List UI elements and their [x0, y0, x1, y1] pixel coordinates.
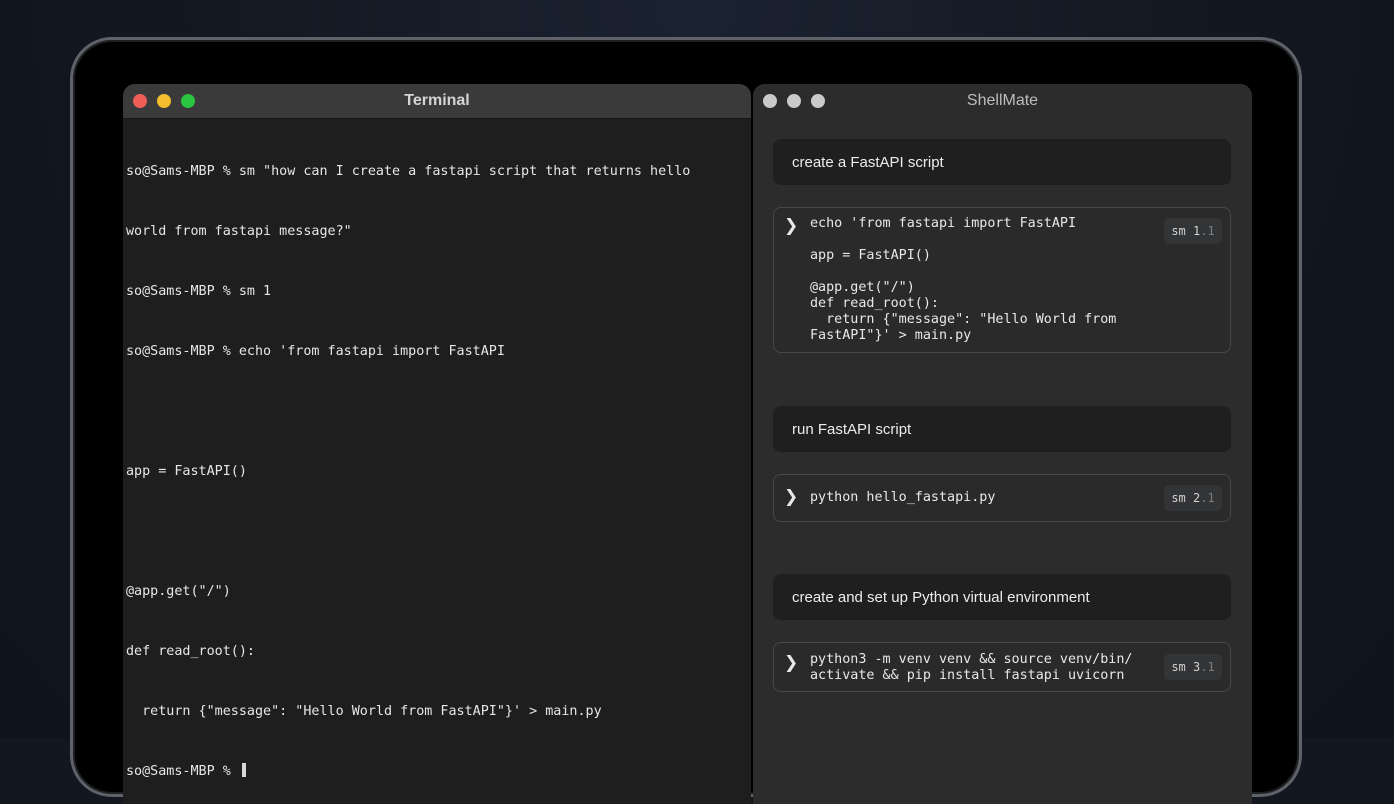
terminal-line: return {"message": "Hello World from Fas… [126, 704, 602, 719]
text-cursor [241, 763, 246, 777]
shortcut-sub: .1 [1200, 660, 1215, 674]
command-block[interactable]: ❯ python hello_fastapi.py sm 2.1 [773, 474, 1231, 522]
shortcut-main: sm 3 [1171, 660, 1201, 674]
terminal-line: @app.get("/") [126, 584, 231, 599]
minimize-window-button[interactable] [787, 94, 801, 108]
minimize-window-button[interactable] [157, 94, 171, 108]
terminal-line: so@Sams-MBP % sm 1 [126, 284, 272, 299]
terminal-output[interactable]: so@Sams-MBP % sm "how can I create a fas… [126, 122, 741, 804]
chevron-right-icon[interactable]: ❯ [784, 216, 798, 236]
shortcut-sub: .1 [1200, 224, 1215, 238]
shortcut-main: sm 2 [1171, 491, 1201, 505]
task-label: create and set up Python virtual environ… [792, 588, 1090, 606]
terminal-line: ​ [126, 402, 741, 422]
shellmate-titlebar[interactable]: ShellMate [753, 84, 1252, 118]
shortcut-sub: .1 [1200, 491, 1215, 505]
task-heading: create and set up Python virtual environ… [773, 574, 1231, 620]
terminal-line: so@Sams-MBP % sm "how can I create a fas… [126, 164, 691, 179]
suggestion-card: create a FastAPI script ❯ echo 'from fas… [773, 139, 1231, 353]
command-block[interactable]: ❯ echo 'from fastapi import FastAPI app … [773, 207, 1231, 353]
zoom-window-button[interactable] [181, 94, 195, 108]
task-label: create a FastAPI script [792, 153, 944, 171]
terminal-prompt: so@Sams-MBP % [126, 764, 239, 779]
command-block[interactable]: ❯ python3 -m venv venv && source venv/bi… [773, 642, 1231, 692]
terminal-line: so@Sams-MBP % echo 'from fastapi import … [126, 344, 505, 359]
terminal-line: app = FastAPI() [126, 464, 247, 479]
terminal-prompt-line[interactable]: so@Sams-MBP % [126, 762, 741, 782]
terminal-titlebar[interactable]: Terminal [123, 84, 751, 119]
traffic-lights [763, 94, 825, 108]
zoom-window-button[interactable] [811, 94, 825, 108]
chevron-right-icon[interactable]: ❯ [784, 487, 798, 507]
terminal-window: Terminal so@Sams-MBP % sm "how can I cre… [123, 84, 751, 804]
suggestion-card: create and set up Python virtual environ… [773, 574, 1231, 692]
shellmate-window: ShellMate create a FastAPI script ❯ echo… [753, 84, 1252, 804]
task-label: run FastAPI script [792, 420, 912, 438]
terminal-line: world from fastapi message?" [126, 224, 352, 239]
close-window-button[interactable] [133, 94, 147, 108]
terminal-title: Terminal [404, 92, 470, 109]
shortcut-main: sm 1 [1171, 224, 1201, 238]
task-heading: create a FastAPI script [773, 139, 1231, 185]
close-window-button[interactable] [763, 94, 777, 108]
terminal-line: ​ [126, 522, 741, 542]
command-shortcut-badge[interactable]: sm 1.1 [1164, 218, 1222, 244]
command-shortcut-badge[interactable]: sm 2.1 [1164, 485, 1222, 511]
traffic-lights [133, 94, 195, 108]
shellmate-title: ShellMate [966, 92, 1039, 109]
task-heading: run FastAPI script [773, 406, 1231, 452]
terminal-line: def read_root(): [126, 644, 255, 659]
suggestion-card: run FastAPI script ❯ python hello_fastap… [773, 406, 1231, 522]
chevron-right-icon[interactable]: ❯ [784, 653, 798, 673]
command-shortcut-badge[interactable]: sm 3.1 [1164, 654, 1222, 680]
